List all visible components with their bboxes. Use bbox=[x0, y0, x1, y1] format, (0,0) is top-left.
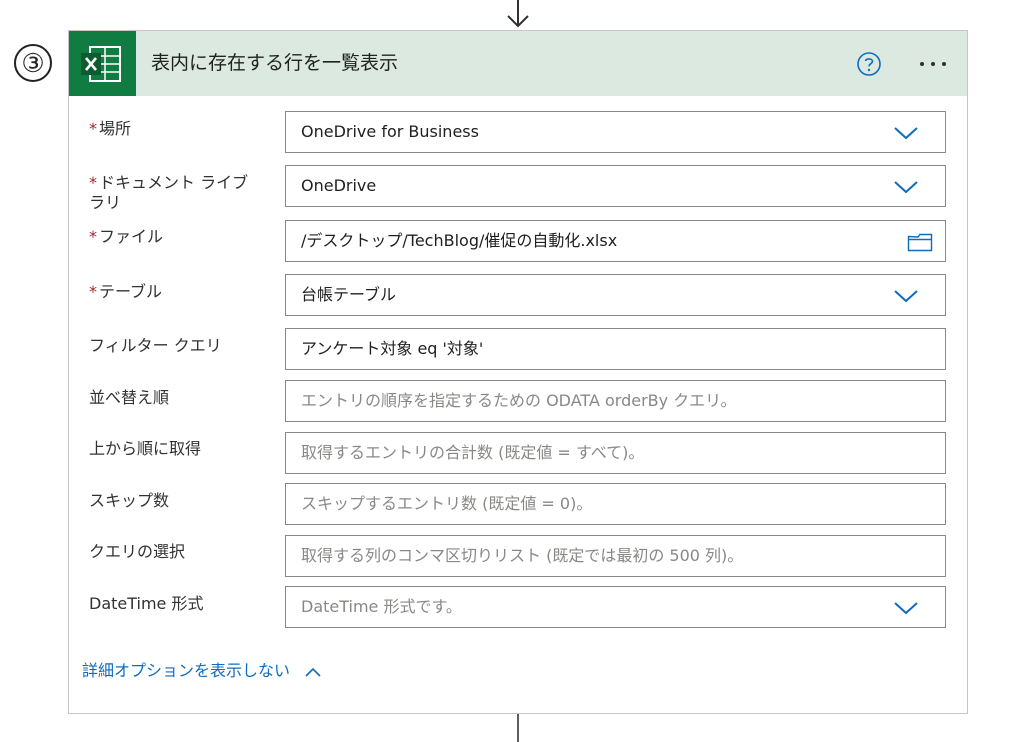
select-query-input[interactable]: 取得する列のコンマ区切りリスト (既定では最初の 500 列)。 bbox=[285, 535, 946, 577]
hide-advanced-options-link[interactable]: 詳細オプションを表示しない bbox=[82, 657, 322, 681]
location-select[interactable]: OneDrive for Business bbox=[285, 111, 946, 153]
table-select[interactable]: 台帳テーブル bbox=[285, 274, 946, 316]
filter-value: アンケート対象 eq '対象' bbox=[301, 339, 484, 358]
top-count-label: 上から順に取得 bbox=[89, 439, 202, 458]
flow-connector-line bbox=[517, 714, 519, 742]
chevron-down-icon[interactable] bbox=[893, 125, 919, 141]
flow-arrow-down-icon bbox=[507, 0, 529, 28]
more-options-icon[interactable] bbox=[913, 49, 953, 79]
required-mark: * bbox=[89, 227, 97, 246]
library-select[interactable]: OneDrive bbox=[285, 165, 946, 207]
required-mark: * bbox=[89, 119, 97, 138]
help-icon[interactable] bbox=[856, 51, 882, 77]
location-value: OneDrive for Business bbox=[301, 122, 479, 141]
datetime-format-placeholder: DateTime 形式です。 bbox=[301, 597, 462, 616]
table-label: * テーブル bbox=[89, 282, 163, 301]
action-header[interactable]: 表内に存在する行を一覧表示 bbox=[69, 31, 967, 96]
filter-query-input[interactable]: アンケート対象 eq '対象' bbox=[285, 328, 946, 370]
excel-icon bbox=[69, 31, 136, 96]
step-number-badge: ③ bbox=[14, 44, 52, 82]
skip-count-label: スキップ数 bbox=[89, 491, 170, 510]
table-value: 台帳テーブル bbox=[301, 285, 397, 304]
datetime-format-label: DateTime 形式 bbox=[89, 594, 204, 613]
chevron-up-icon bbox=[305, 667, 321, 677]
datetime-format-select[interactable]: DateTime 形式です。 bbox=[285, 586, 946, 628]
select-query-label: クエリの選択 bbox=[89, 542, 186, 561]
required-mark: * bbox=[89, 282, 97, 301]
top-count-placeholder: 取得するエントリの合計数 (既定値 = すべて)。 bbox=[301, 443, 645, 462]
filter-label: フィルター クエリ bbox=[89, 336, 222, 355]
select-query-placeholder: 取得する列のコンマ区切りリスト (既定では最初の 500 列)。 bbox=[301, 546, 744, 565]
file-input[interactable]: /デスクトップ/TechBlog/催促の自動化.xlsx bbox=[285, 220, 946, 262]
file-value: /デスクトップ/TechBlog/催促の自動化.xlsx bbox=[301, 231, 618, 250]
chevron-down-icon[interactable] bbox=[893, 600, 919, 616]
skip-count-placeholder: スキップするエントリ数 (既定値 = 0)。 bbox=[301, 494, 593, 513]
order-by-placeholder: エントリの順序を指定するための ODATA orderBy クエリ。 bbox=[301, 391, 737, 410]
top-count-input[interactable]: 取得するエントリの合計数 (既定値 = すべて)。 bbox=[285, 432, 946, 474]
order-by-label: 並べ替え順 bbox=[89, 388, 170, 407]
location-label: * 場所 bbox=[89, 119, 132, 138]
chevron-down-icon[interactable] bbox=[893, 179, 919, 195]
chevron-down-icon[interactable] bbox=[893, 288, 919, 304]
action-title: 表内に存在する行を一覧表示 bbox=[151, 52, 399, 74]
advanced-options-label: 詳細オプションを表示しない bbox=[82, 661, 291, 680]
folder-icon[interactable] bbox=[907, 232, 933, 252]
file-label: * ファイル bbox=[89, 227, 164, 246]
required-mark: * bbox=[89, 173, 97, 192]
library-label: * ドキュメント ライブ ラリ bbox=[89, 173, 249, 212]
skip-count-input[interactable]: スキップするエントリ数 (既定値 = 0)。 bbox=[285, 483, 946, 525]
action-card: 表内に存在する行を一覧表示 * 場所 OneDrive for Business … bbox=[68, 30, 968, 714]
order-by-input[interactable]: エントリの順序を指定するための ODATA orderBy クエリ。 bbox=[285, 380, 946, 422]
library-value: OneDrive bbox=[301, 176, 377, 195]
